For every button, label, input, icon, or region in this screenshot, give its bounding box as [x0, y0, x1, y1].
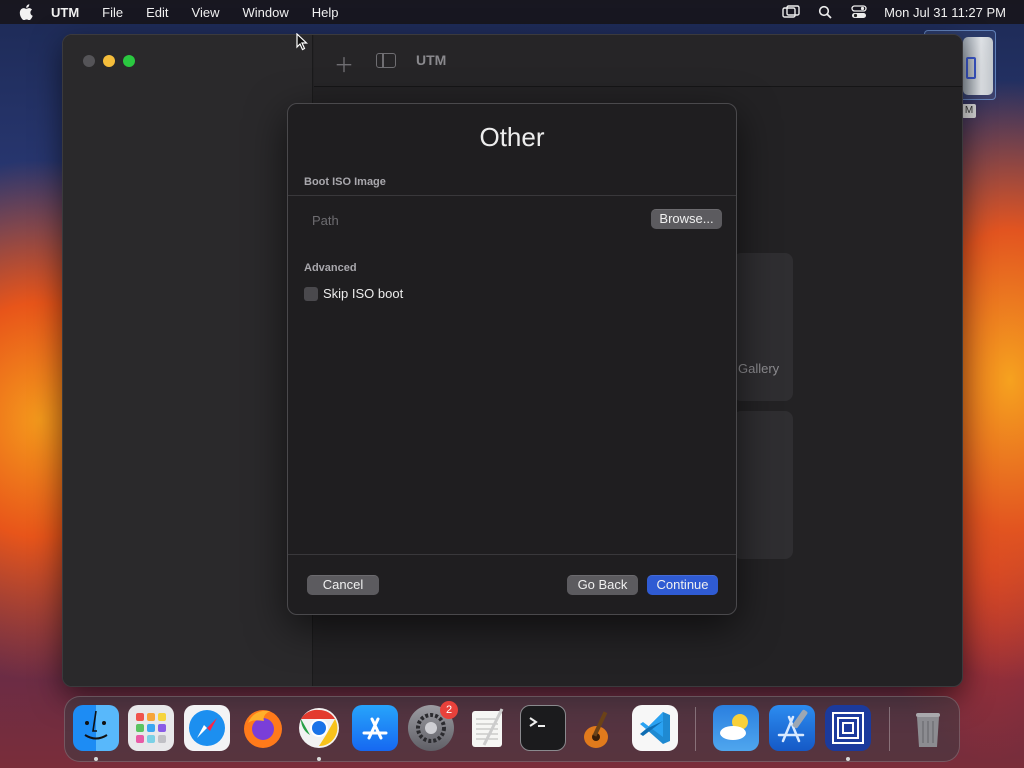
dock-separator	[695, 707, 696, 751]
new-vm-sheet: Other Boot ISO Image Browse... Advanced …	[287, 103, 737, 615]
dock-separator	[889, 707, 890, 751]
skip-iso-checkbox[interactable]	[304, 286, 318, 301]
desktop-disk-label: M	[962, 104, 976, 118]
screen-mirroring-icon[interactable]	[782, 5, 800, 19]
safari-icon[interactable]	[184, 705, 230, 751]
system-settings-icon[interactable]: 2	[408, 701, 458, 751]
window-controls	[83, 55, 135, 67]
boot-iso-section-label: Boot ISO Image	[304, 176, 386, 188]
go-back-button[interactable]: Go Back	[567, 575, 638, 595]
menu-help[interactable]: Help	[312, 5, 339, 20]
window-title: UTM	[416, 52, 447, 68]
notification-badge: 2	[440, 701, 458, 719]
app-store-icon[interactable]	[352, 705, 398, 751]
iso-path-input[interactable]	[304, 208, 644, 232]
mouse-cursor-icon	[296, 33, 308, 51]
background-card	[733, 411, 793, 559]
textedit-icon[interactable]	[464, 705, 510, 751]
advanced-section-label: Advanced	[304, 262, 357, 274]
firefox-icon[interactable]	[240, 705, 286, 751]
utm-icon[interactable]	[825, 705, 871, 751]
apple-menu-icon[interactable]	[19, 4, 35, 20]
sidebar-toggle-icon[interactable]	[376, 53, 396, 68]
trash-icon[interactable]	[905, 705, 951, 751]
dock: 2	[64, 696, 960, 762]
terminal-icon[interactable]	[520, 705, 566, 751]
background-card-gallery	[733, 253, 793, 401]
skip-iso-row[interactable]: Skip ISO boot	[304, 286, 403, 301]
finder-running-indicator	[94, 757, 98, 761]
vscode-icon[interactable]	[632, 705, 678, 751]
control-center-icon[interactable]	[850, 5, 868, 19]
xcode-icon[interactable]	[769, 705, 815, 751]
menu-window[interactable]: Window	[242, 5, 288, 20]
chrome-icon[interactable]	[296, 705, 342, 751]
menu-bar: UTM File Edit View Window Help Mon Jul 3…	[0, 0, 1024, 24]
menu-file[interactable]: File	[102, 5, 123, 20]
background-card-label: Gallery	[738, 361, 780, 376]
skip-iso-label[interactable]: Skip ISO boot	[323, 286, 403, 301]
section-divider	[288, 195, 736, 196]
spotlight-search-icon[interactable]	[816, 5, 834, 19]
continue-button[interactable]: Continue	[647, 575, 718, 595]
utm-running-indicator	[846, 757, 850, 761]
external-drive-icon	[963, 37, 993, 95]
cancel-button[interactable]: Cancel	[307, 575, 379, 595]
browse-button[interactable]: Browse...	[651, 209, 722, 229]
maximize-window-button[interactable]	[123, 55, 135, 67]
menu-app-name[interactable]: UTM	[51, 5, 79, 20]
footer-divider	[288, 554, 736, 555]
menu-view[interactable]: View	[192, 5, 220, 20]
chrome-running-indicator	[317, 757, 321, 761]
window-toolbar: ＋ UTM	[314, 35, 962, 87]
launchpad-icon[interactable]	[128, 705, 174, 751]
finder-icon[interactable]	[73, 705, 119, 751]
menu-clock[interactable]: Mon Jul 31 11:27 PM	[884, 5, 1006, 20]
minimize-window-button[interactable]	[103, 55, 115, 67]
sheet-title: Other	[479, 122, 545, 152]
menu-edit[interactable]: Edit	[146, 5, 168, 20]
garageband-icon[interactable]	[576, 705, 622, 751]
sidebar	[63, 35, 313, 686]
add-vm-icon[interactable]: ＋	[334, 49, 354, 78]
close-window-button[interactable]	[83, 55, 95, 67]
weather-icon[interactable]	[713, 705, 759, 751]
